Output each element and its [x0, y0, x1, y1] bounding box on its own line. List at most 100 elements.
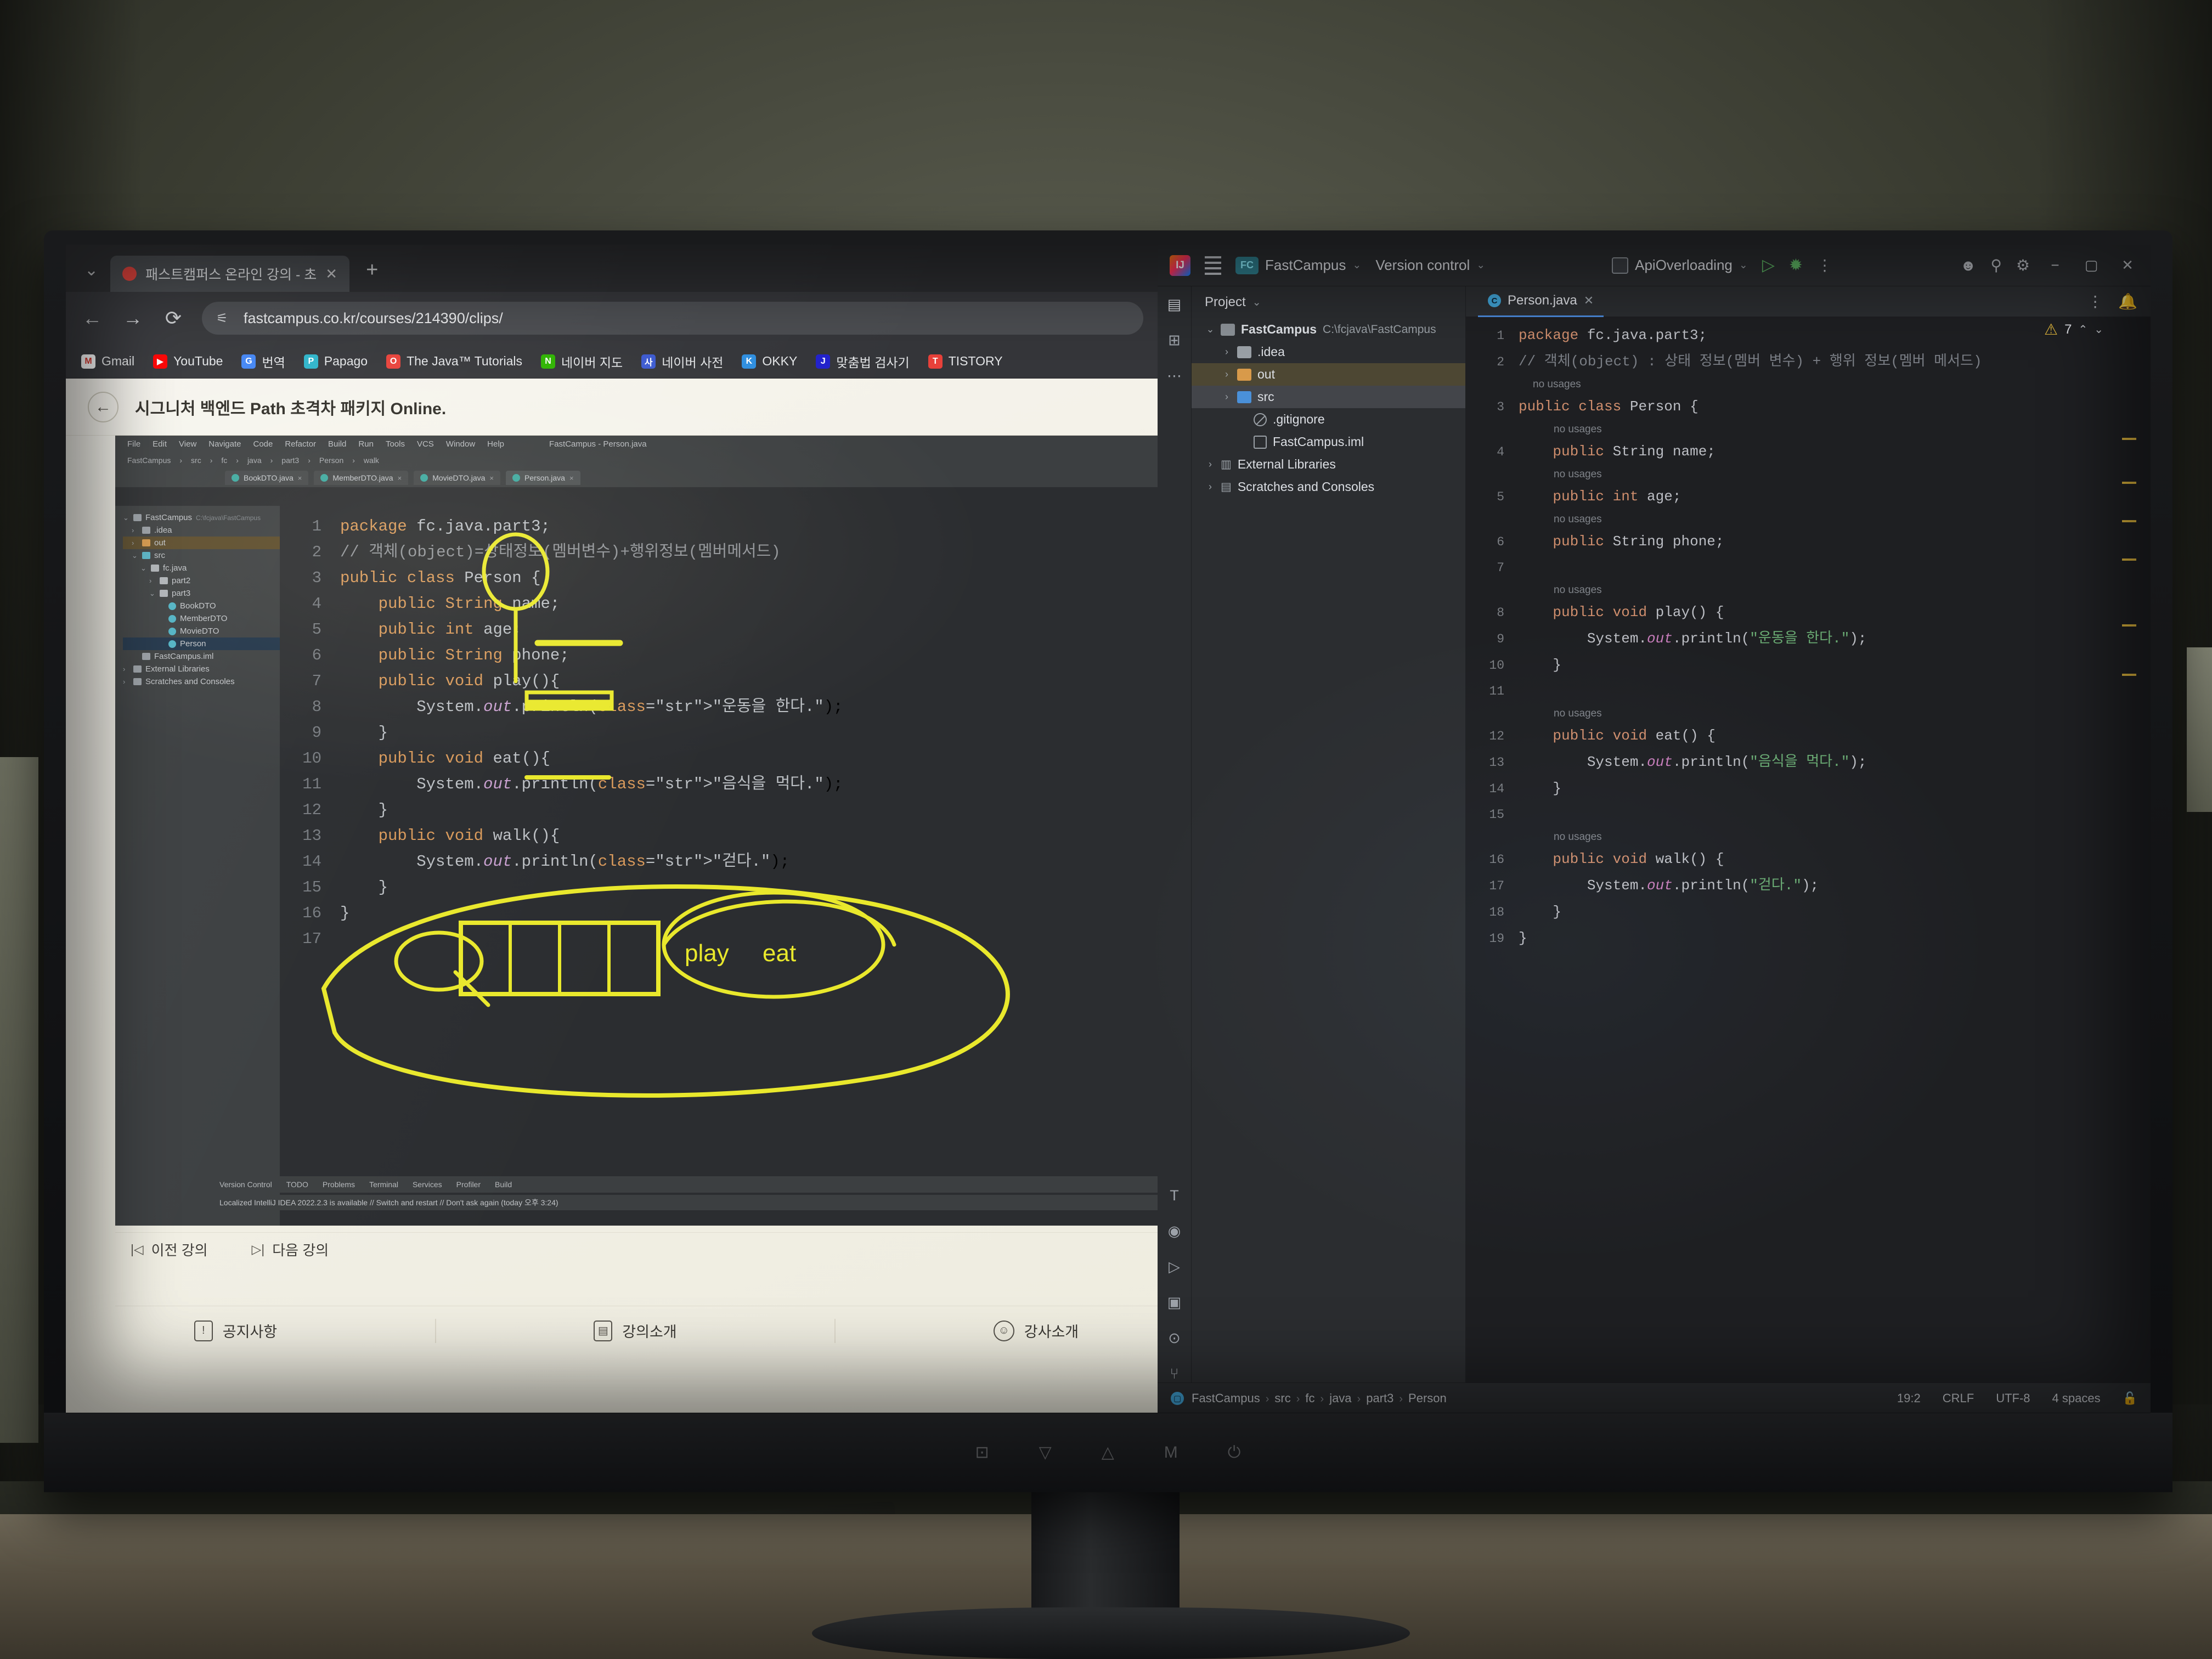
file-encoding[interactable]: UTF-8: [1996, 1391, 2030, 1406]
intellij-titlebar: IJ FC FastCampus ⌄ Version control ⌄ Api…: [1158, 245, 2151, 286]
more-actions-icon[interactable]: ⋮: [1817, 256, 1833, 274]
bookmark-item[interactable]: K OKKY: [742, 354, 797, 369]
back-icon[interactable]: ←: [80, 307, 104, 330]
breadcrumb-item[interactable]: Person: [1408, 1391, 1447, 1405]
run-tool-icon[interactable]: ◉: [1168, 1223, 1181, 1240]
tab-close-icon[interactable]: ✕: [325, 266, 337, 283]
inspection-widget[interactable]: ⚠ 7 ⌃ ⌄: [2044, 320, 2103, 338]
structure-tool-icon[interactable]: T: [1170, 1187, 1179, 1204]
breadcrumb-item[interactable]: FastCampus: [1192, 1391, 1260, 1405]
page-tab[interactable]: ☺ 강사소개: [993, 1320, 1079, 1341]
bookmark-item[interactable]: T TISTORY: [928, 354, 1003, 369]
lock-icon[interactable]: 🔓: [2123, 1391, 2137, 1406]
project-panel-header[interactable]: Project ⌄: [1192, 286, 1465, 318]
lecture-nav-button[interactable]: ▷| 다음 강의: [252, 1239, 329, 1260]
git-tool-icon[interactable]: ⑂: [1170, 1365, 1178, 1383]
bookmark-item[interactable]: N 네이버 지도: [541, 352, 623, 371]
address-bar[interactable]: ⚟ fastcampus.co.kr/courses/214390/clips/: [202, 302, 1143, 335]
breadcrumb-item[interactable]: fc: [1305, 1391, 1314, 1405]
caret-position[interactable]: 19:2: [1897, 1391, 1921, 1406]
bookmark-item[interactable]: O The Java™ Tutorials: [386, 354, 522, 369]
tree-caret-icon[interactable]: ›: [1206, 459, 1215, 470]
video-tree-path: C:\fcjava\FastCampus: [196, 514, 261, 522]
indent-setting[interactable]: 4 spaces: [2052, 1391, 2101, 1406]
editor-tab-bar: C Person.java ✕ ⋮ 🔔: [1466, 286, 2151, 317]
problems-tool-icon[interactable]: ⊙: [1168, 1330, 1181, 1347]
bookmark-item[interactable]: M Gmail: [81, 354, 134, 369]
page-back-button[interactable]: ←: [88, 391, 119, 422]
minimize-button[interactable]: −: [2044, 257, 2066, 274]
bookmark-favicon-icon: T: [928, 354, 943, 369]
new-tab-button[interactable]: +: [352, 258, 392, 292]
tree-caret-icon[interactable]: ›: [1222, 346, 1231, 358]
search-icon[interactable]: ⚲: [1990, 256, 2002, 274]
monitor-osd-button[interactable]: ⊡: [975, 1443, 989, 1462]
tree-caret-icon[interactable]: ›: [1222, 369, 1231, 380]
project-tree-row[interactable]: .gitignore: [1192, 408, 1465, 431]
marker-bar-warning[interactable]: [2122, 624, 2136, 627]
next-problem-icon[interactable]: ⌄: [2094, 323, 2103, 336]
page-tab[interactable]: ! 공지사항: [194, 1320, 277, 1341]
bookmark-item[interactable]: G 번역: [241, 352, 285, 371]
more-tool-icon[interactable]: ⋯: [1167, 368, 1182, 385]
project-selector[interactable]: FC FastCampus ⌄: [1235, 256, 1361, 274]
run-configuration-selector[interactable]: ApiOverloading ⌄: [1612, 257, 1748, 274]
project-tree-row[interactable]: FastCampus.iml: [1192, 431, 1465, 453]
line-separator[interactable]: CRLF: [1943, 1391, 1974, 1406]
video-breadcrumb-item: part3: [281, 456, 300, 465]
marker-bar-warning[interactable]: [2122, 558, 2136, 561]
tree-caret-icon[interactable]: ⌄: [1206, 324, 1215, 335]
lecture-video[interactable]: File Edit View Navigate Code Refactor Build Run…: [115, 436, 1158, 1226]
marker-bar-warning[interactable]: [2122, 482, 2136, 484]
page-tab[interactable]: ▤ 강의소개: [594, 1320, 677, 1341]
monitor-osd-button[interactable]: ⏻: [1228, 1443, 1242, 1462]
marker-bar-warning[interactable]: [2122, 520, 2136, 522]
bookmark-item[interactable]: 사 네이버 사전: [641, 352, 723, 371]
notifications-bell-icon[interactable]: 🔔: [2118, 292, 2137, 311]
version-control-menu[interactable]: Version control ⌄: [1375, 257, 1485, 274]
breadcrumb-item[interactable]: part3: [1366, 1391, 1393, 1405]
play-tool-icon[interactable]: ▷: [1169, 1259, 1180, 1276]
marker-bar-warning[interactable]: [2122, 674, 2136, 676]
code-lines-container[interactable]: 1 package fc.java.part3; 2 // 객체(object) : …: [1466, 317, 2151, 1383]
project-tree-row[interactable]: › ▤ Scratches and Consoles: [1192, 476, 1465, 498]
video-tree-row: MovieDTO: [123, 625, 280, 637]
account-icon[interactable]: ☻: [1960, 257, 1976, 274]
project-tree-row[interactable]: › src: [1192, 386, 1465, 408]
breadcrumb-item[interactable]: src: [1274, 1391, 1290, 1405]
tree-caret-icon[interactable]: ›: [1222, 391, 1231, 403]
project-tree-row[interactable]: ⌄ FastCampus C:\fcjava\FastCampus: [1192, 318, 1465, 341]
settings-gear-icon[interactable]: ⚙: [2016, 256, 2030, 274]
close-button[interactable]: ✕: [2117, 257, 2138, 274]
hamburger-icon[interactable]: [1205, 256, 1221, 275]
browser-tab[interactable]: 패스트캠퍼스 온라인 강의 - 초 ✕: [110, 256, 350, 292]
editor-tab-close-icon[interactable]: ✕: [1584, 294, 1594, 308]
breadcrumb-item[interactable]: java: [1329, 1391, 1351, 1405]
video-line-number: 3: [312, 569, 321, 587]
commit-tool-icon[interactable]: ⊞: [1168, 332, 1181, 349]
reload-icon[interactable]: ⟳: [161, 307, 185, 330]
editor-more-icon[interactable]: ⋮: [2087, 292, 2104, 311]
monitor-osd-button[interactable]: △: [1102, 1443, 1115, 1462]
terminal-tool-icon[interactable]: ▣: [1167, 1294, 1182, 1311]
editor-tab-person-java[interactable]: C Person.java ✕: [1478, 286, 1604, 317]
marker-bar-warning[interactable]: [2122, 438, 2136, 440]
project-tree-row[interactable]: › ▥ External Libraries: [1192, 453, 1465, 476]
bookmark-item[interactable]: J 맞춤법 검사기: [816, 352, 910, 371]
project-tree-row[interactable]: › out: [1192, 363, 1465, 386]
lecture-nav-button[interactable]: |◁ 이전 강의: [131, 1239, 208, 1260]
monitor-osd-button[interactable]: M: [1164, 1443, 1178, 1462]
bookmark-item[interactable]: P Papago: [303, 354, 368, 369]
tree-caret-icon[interactable]: ›: [1206, 481, 1215, 493]
bookmark-item[interactable]: ▶ YouTube: [153, 354, 223, 369]
site-settings-icon[interactable]: ⚟: [216, 310, 233, 326]
run-icon[interactable]: ▷: [1762, 256, 1775, 275]
project-tool-icon[interactable]: ▤: [1167, 296, 1182, 313]
monitor-osd-button[interactable]: ▽: [1039, 1443, 1052, 1462]
tab-search-icon[interactable]: ⌄: [80, 261, 108, 292]
forward-icon[interactable]: →: [121, 307, 145, 330]
debug-icon[interactable]: ✹: [1789, 256, 1803, 275]
maximize-button[interactable]: ▢: [2080, 257, 2102, 274]
prev-problem-icon[interactable]: ⌃: [2078, 323, 2087, 336]
project-tree-row[interactable]: › .idea: [1192, 341, 1465, 363]
